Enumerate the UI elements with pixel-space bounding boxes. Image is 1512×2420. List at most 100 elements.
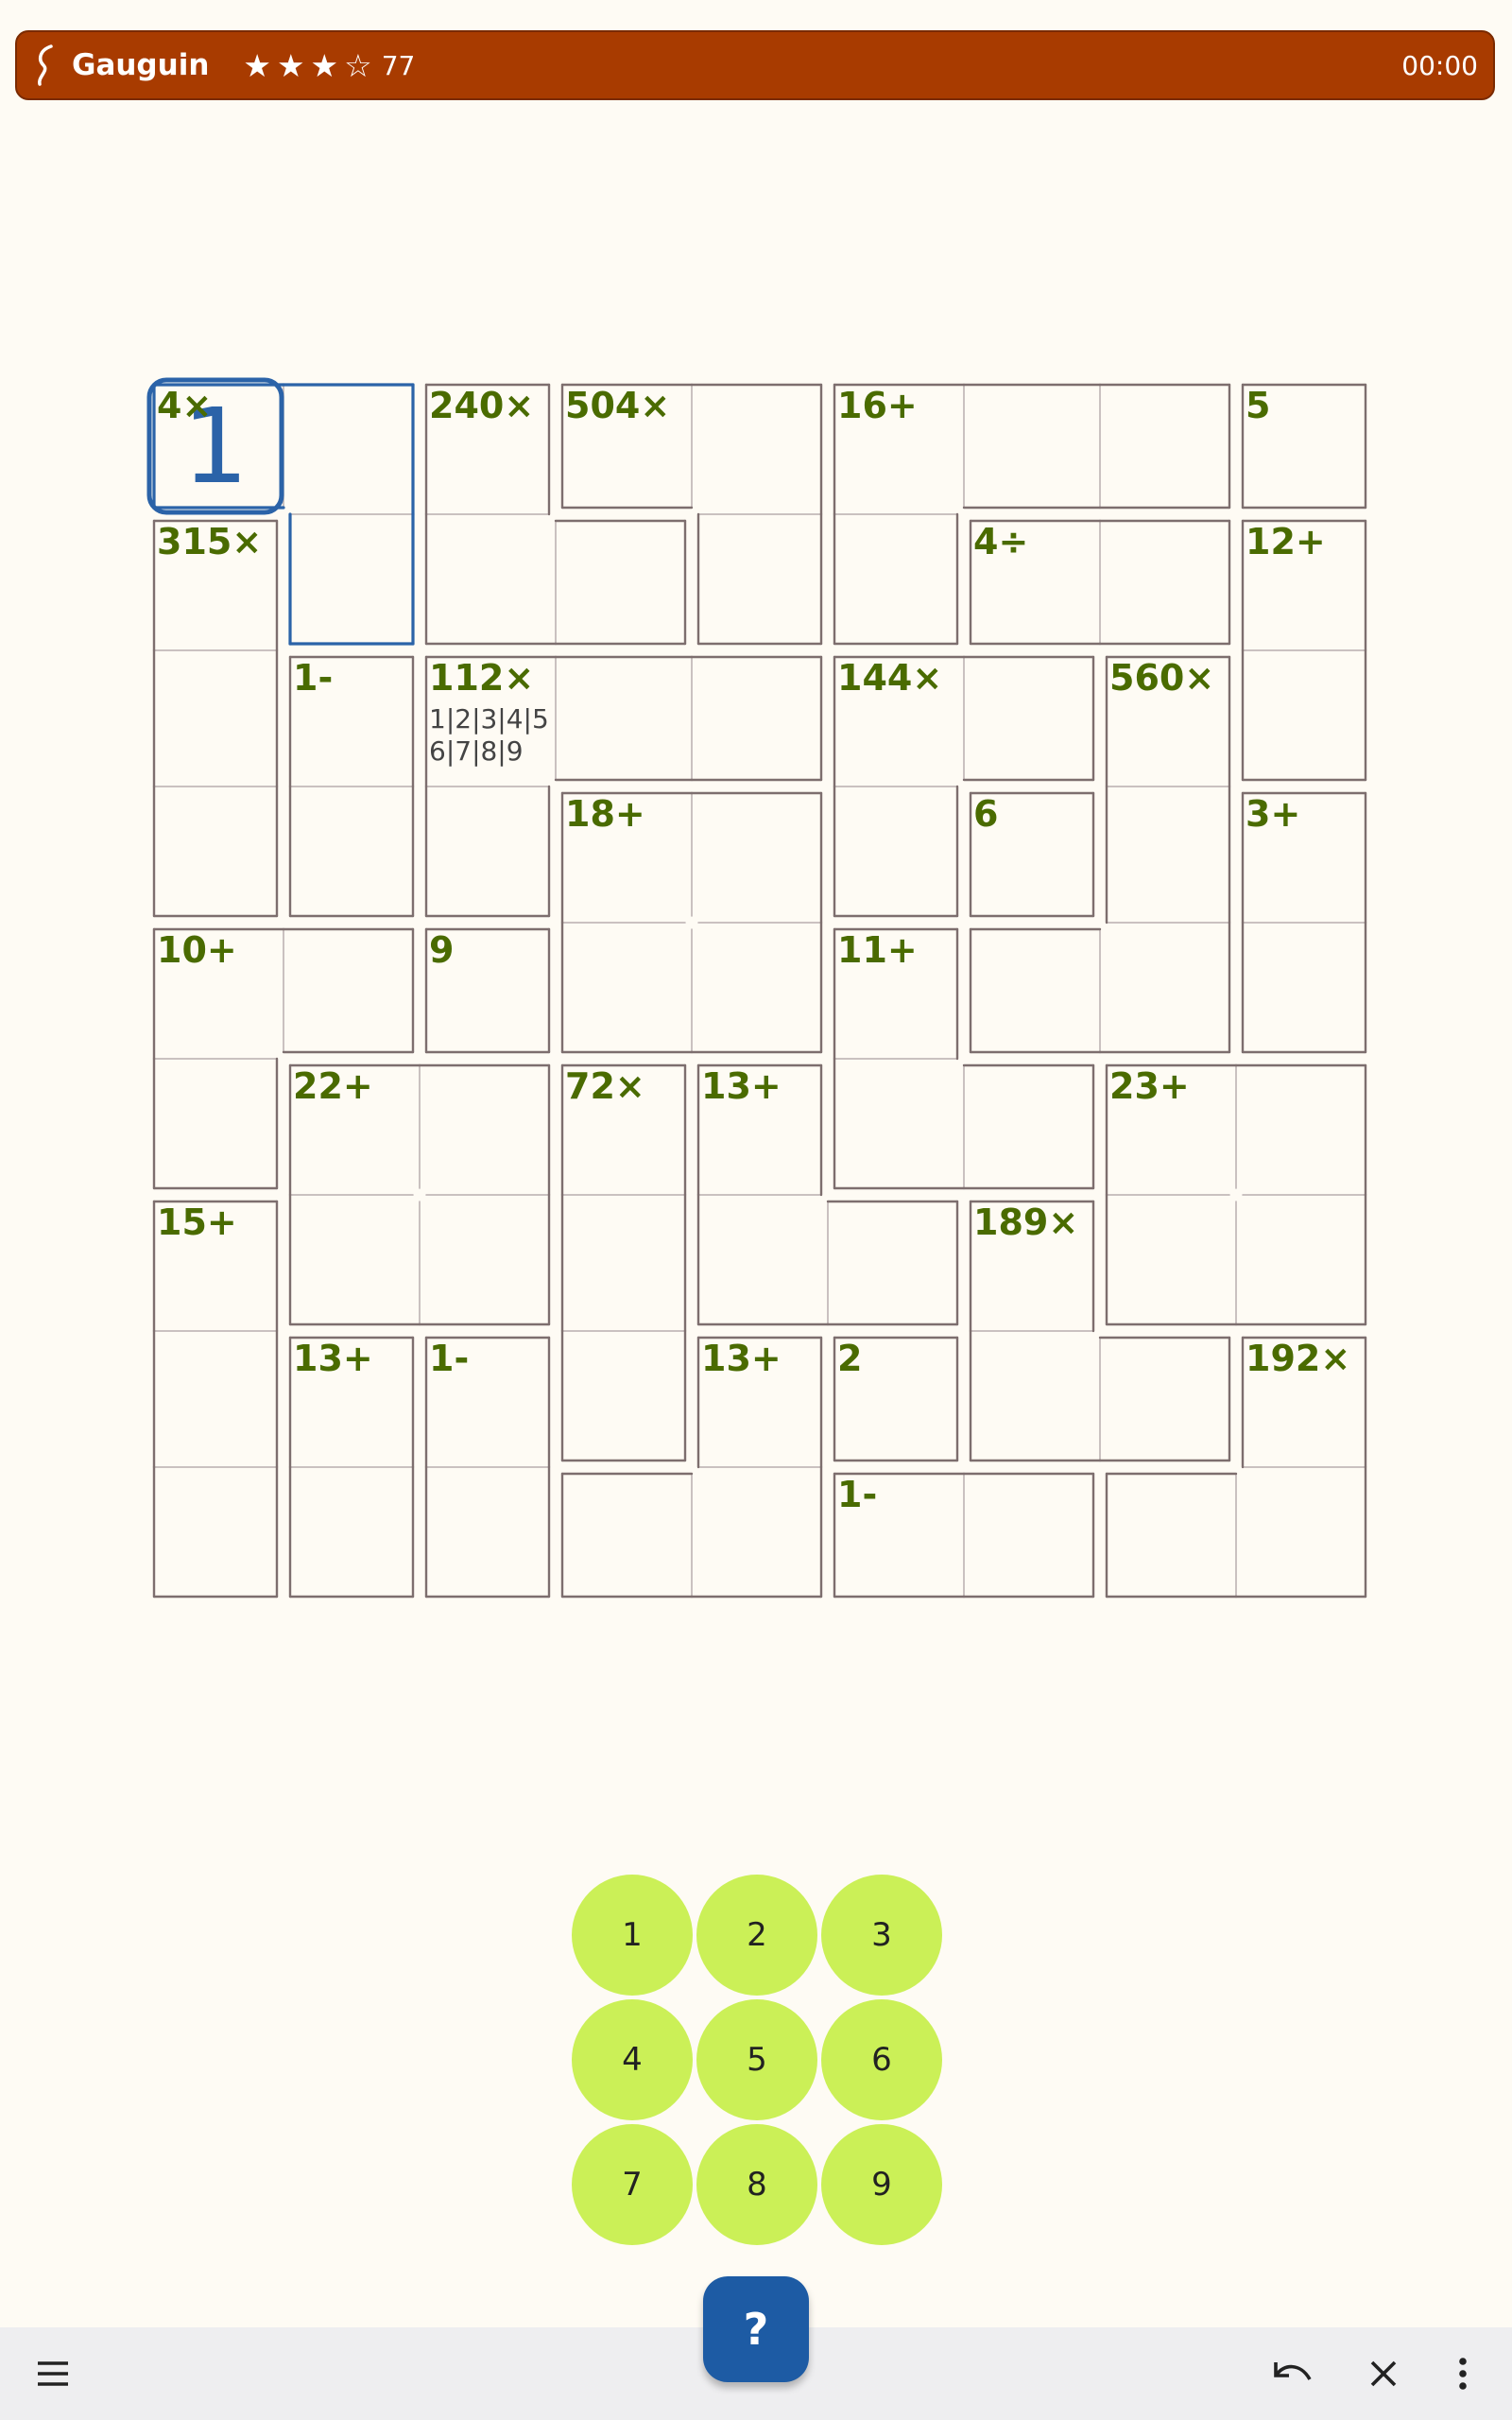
cage-clue: 18+ — [565, 793, 645, 835]
cage-clue: 1- — [837, 1474, 878, 1515]
hamburger-menu-icon — [38, 2361, 68, 2386]
grid-cell[interactable] — [964, 650, 1100, 786]
more-vertical-icon — [1459, 2358, 1467, 2390]
cage-clue: 15+ — [157, 1201, 237, 1243]
grid-cell[interactable] — [556, 923, 692, 1059]
grid-cell[interactable] — [556, 650, 692, 786]
grid-cell[interactable] — [964, 1059, 1100, 1195]
keypad-key-8[interactable]: 8 — [696, 2124, 817, 2245]
grid-cell[interactable] — [1236, 923, 1372, 1059]
grid-cell[interactable] — [284, 378, 420, 514]
grid-cell[interactable] — [1100, 923, 1236, 1059]
grid-cell[interactable] — [692, 378, 828, 514]
grid-cell[interactable] — [692, 923, 828, 1059]
cage-clue: 4× — [157, 385, 213, 426]
grid-cell[interactable] — [284, 1467, 420, 1603]
cage-clue: 22+ — [293, 1065, 373, 1107]
number-keypad: 123 456 789 — [572, 1875, 944, 2247]
cage-clue: 13+ — [701, 1065, 782, 1107]
cage-clue: 12+ — [1246, 521, 1326, 562]
grid-cell[interactable] — [420, 514, 556, 650]
grid-cell[interactable] — [692, 1467, 828, 1603]
grid-cell[interactable] — [420, 1059, 556, 1195]
close-icon — [1370, 2360, 1397, 2387]
grid-cell[interactable] — [556, 514, 692, 650]
grid-cell[interactable] — [964, 923, 1100, 1059]
grid-cell[interactable] — [1236, 1467, 1372, 1603]
cage-clue: 10+ — [157, 929, 237, 971]
cage-clue: 112× — [429, 657, 535, 699]
grid-cell[interactable] — [1236, 650, 1372, 786]
keypad-key-1[interactable]: 1 — [572, 1875, 693, 1996]
keypad-key-9[interactable]: 9 — [821, 2124, 942, 2245]
grid-cell[interactable] — [420, 786, 556, 923]
cage-clue: 240× — [429, 385, 535, 426]
grid-cell[interactable] — [828, 1059, 964, 1195]
grid-cell[interactable] — [828, 514, 964, 650]
undo-button[interactable] — [1255, 2327, 1331, 2420]
difficulty-score: 77 — [381, 49, 416, 81]
grid-cell[interactable] — [147, 1331, 284, 1467]
menu-button[interactable] — [15, 2327, 91, 2420]
grid-cell[interactable] — [284, 1195, 420, 1331]
grid-cell[interactable] — [147, 1467, 284, 1603]
grid-cell[interactable] — [1100, 786, 1236, 923]
grid-cell[interactable] — [964, 1467, 1100, 1603]
cage-clue: 5 — [1246, 385, 1271, 426]
grid-cell[interactable] — [556, 1331, 692, 1467]
app-title: Gauguin — [72, 48, 210, 82]
grid-cell[interactable] — [692, 514, 828, 650]
cage-clue: 2 — [837, 1338, 863, 1379]
cage-clue: 11+ — [837, 929, 918, 971]
pencil-marks: 1|2|3|4|5 6|7|8|9 — [429, 703, 549, 767]
keypad-key-4[interactable]: 4 — [572, 1999, 693, 2120]
grid-cell[interactable] — [556, 1467, 692, 1603]
cage-clue: 1- — [293, 657, 334, 699]
cage-clue: 315× — [157, 521, 263, 562]
grid-cell[interactable] — [556, 1195, 692, 1331]
cage-clue: 13+ — [293, 1338, 373, 1379]
grid-cell[interactable] — [828, 786, 964, 923]
grid-cell[interactable] — [1236, 1059, 1372, 1195]
grid-cell[interactable] — [284, 786, 420, 923]
grid-cell[interactable] — [964, 378, 1100, 514]
grid-cell[interactable] — [692, 650, 828, 786]
hint-button[interactable]: ? — [703, 2276, 809, 2382]
grid-cell[interactable] — [1236, 1195, 1372, 1331]
grid-cell[interactable] — [1100, 1467, 1236, 1603]
grid-cell[interactable] — [147, 1059, 284, 1195]
cage-clue: 192× — [1246, 1338, 1351, 1379]
keypad-key-7[interactable]: 7 — [572, 2124, 693, 2245]
cage-clue: 9 — [429, 929, 455, 971]
grid-cell[interactable] — [964, 1331, 1100, 1467]
cage-clue: 3+ — [1246, 793, 1301, 835]
grid-cell[interactable] — [284, 514, 420, 650]
undo-icon — [1274, 2362, 1312, 2380]
cage-clue: 4÷ — [973, 521, 1029, 562]
grid-cell[interactable] — [147, 786, 284, 923]
grid-cell[interactable] — [1100, 1331, 1236, 1467]
grid-cell[interactable] — [420, 1467, 556, 1603]
grid-cell[interactable] — [147, 650, 284, 786]
grid-cell[interactable] — [1100, 1195, 1236, 1331]
grid-cell[interactable] — [692, 786, 828, 923]
keypad-key-2[interactable]: 2 — [696, 1875, 817, 1996]
grid-cell[interactable] — [1100, 514, 1236, 650]
cage-clue: 23+ — [1109, 1065, 1190, 1107]
title-bar: Gauguin ★★★☆ 77 00:00 — [15, 30, 1495, 100]
cage-clue: 144× — [837, 657, 943, 699]
grid-cell[interactable] — [284, 923, 420, 1059]
difficulty-stars: ★★★☆ — [243, 46, 378, 84]
grid-cell[interactable] — [420, 1195, 556, 1331]
more-options-button[interactable] — [1425, 2327, 1501, 2420]
clear-button[interactable] — [1346, 2327, 1421, 2420]
grid-cell[interactable] — [1100, 378, 1236, 514]
game-timer: 00:00 — [1401, 49, 1478, 81]
keypad-key-5[interactable]: 5 — [696, 1999, 817, 2120]
grid-cell[interactable] — [692, 1195, 828, 1331]
cage-clue: 13+ — [701, 1338, 782, 1379]
keypad-key-3[interactable]: 3 — [821, 1875, 942, 1996]
keypad-key-6[interactable]: 6 — [821, 1999, 942, 2120]
cage-clue: 1- — [429, 1338, 470, 1379]
grid-cell[interactable] — [828, 1195, 964, 1331]
